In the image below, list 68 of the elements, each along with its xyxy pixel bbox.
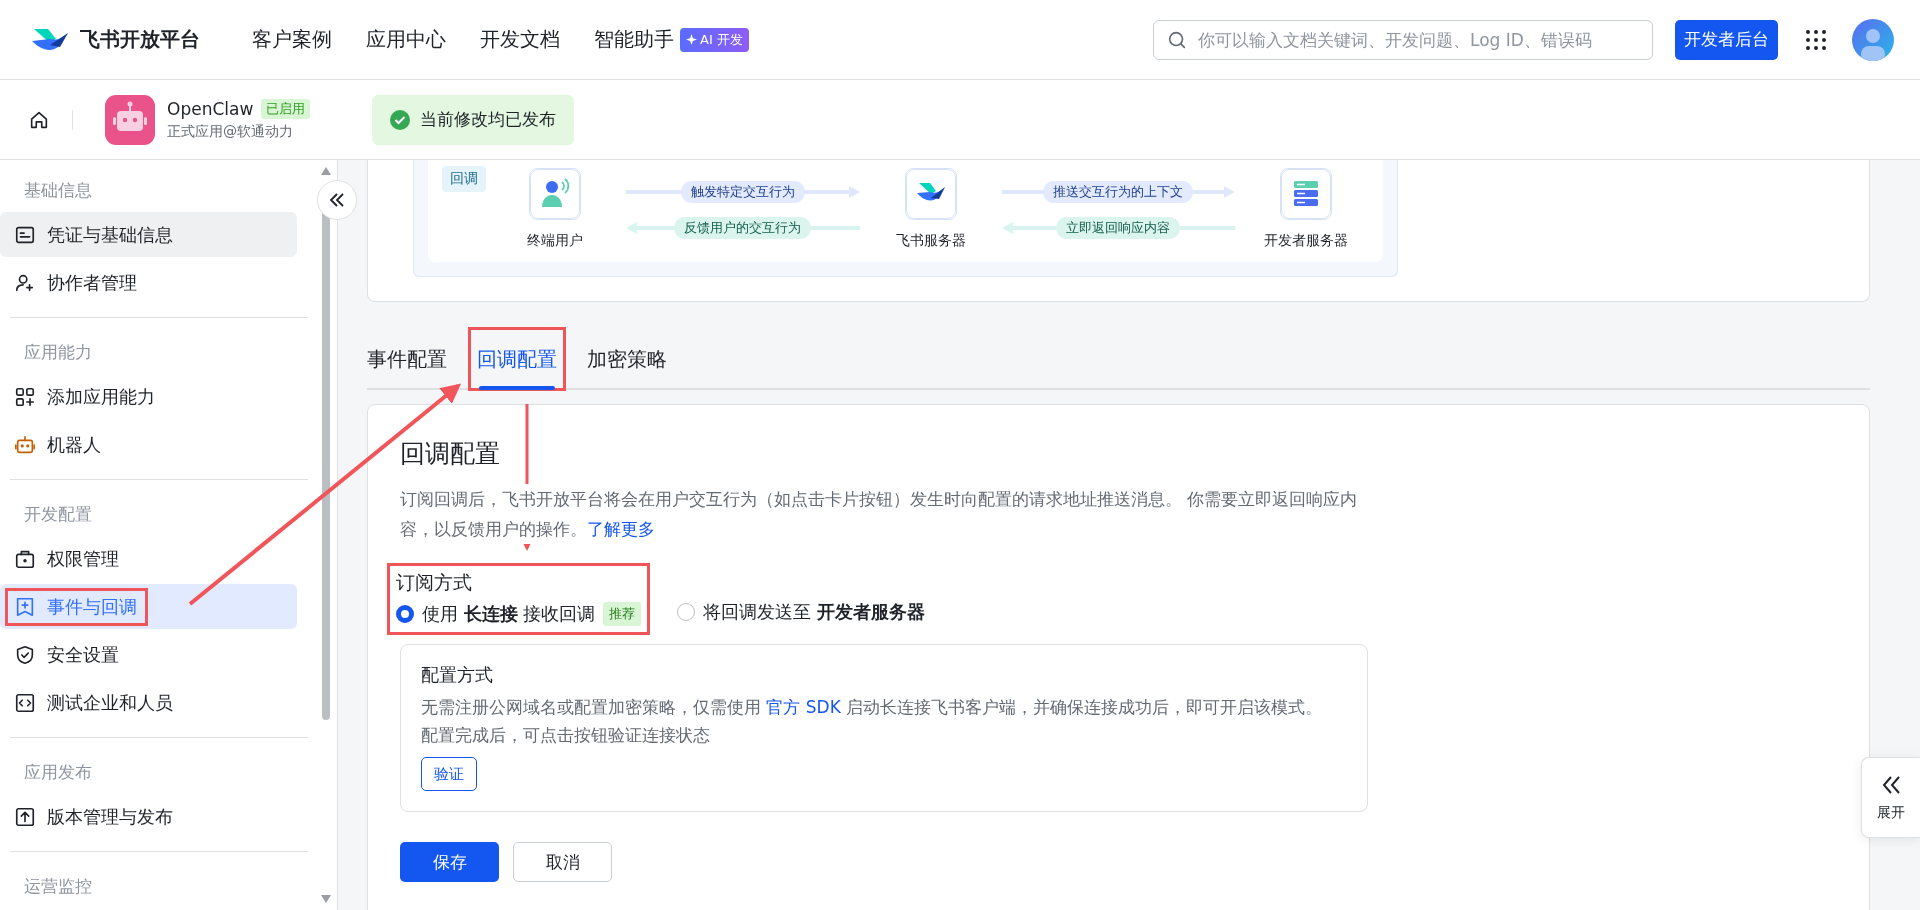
status-badge: 已启用 xyxy=(261,98,311,119)
check-icon xyxy=(390,109,411,130)
nav-link[interactable]: 智能助手 xyxy=(594,26,674,53)
tab[interactable]: 事件配置 xyxy=(361,330,453,388)
avatar[interactable] xyxy=(1852,18,1894,61)
server-icon xyxy=(1280,168,1332,220)
section-title: 基础信息 xyxy=(23,179,93,202)
shield-check-icon xyxy=(14,643,36,666)
section-title: 运营监控 xyxy=(23,875,93,898)
apps-plus-icon xyxy=(14,385,36,408)
save-button[interactable]: 保存 xyxy=(400,842,499,882)
tab[interactable]: 加密策略 xyxy=(581,330,673,388)
radio-option[interactable]: 将回调发送至 开发者服务器 xyxy=(677,600,925,624)
logo-text[interactable]: 飞书开放平台 xyxy=(80,26,200,53)
sidebar-item[interactable]: 机器人 xyxy=(0,422,297,467)
scroll-up-icon[interactable] xyxy=(320,166,332,176)
node-label: 终端用户 xyxy=(527,232,583,250)
flow-label: 反馈用户的交互行为 xyxy=(674,217,812,239)
cancel-button[interactable]: 取消 xyxy=(513,842,612,882)
sidebar-item[interactable]: 版本管理与发布 xyxy=(0,794,297,839)
config-description: 无需注册公网域名或配置加密策略，仅需使用 官方 SDK 启动长连接飞书客户端，并确保连接成功后，即可开启该模式。 配置完成后，可点击按钮验证连接状态 xyxy=(421,696,1324,747)
sidebar-item[interactable]: 凭证与基础信息 xyxy=(0,212,297,257)
ai-badge: AI 开发 xyxy=(680,27,749,52)
robot-icon xyxy=(14,433,36,456)
node-label: 飞书服务器 xyxy=(895,232,966,250)
app-name: OpenClaw xyxy=(167,98,254,119)
node-label: 开发者服务器 xyxy=(1264,232,1348,250)
sidebar-item[interactable]: 事件与回调 xyxy=(0,584,297,629)
flow-label: 推送交互行为的上下文 xyxy=(1043,181,1194,203)
tab[interactable]: 回调配置 xyxy=(471,330,563,388)
app-robot-icon xyxy=(105,94,155,145)
nav-link[interactable]: 应用中心 xyxy=(366,26,446,53)
config-title: 配置方式 xyxy=(421,663,494,687)
sidebar-item[interactable]: 协作者管理 xyxy=(0,260,297,305)
flow-label: 触发特定交互行为 xyxy=(680,181,805,203)
developer-console-button[interactable]: 开发者后台 xyxy=(1675,19,1778,60)
nav-link[interactable]: 开发文档 xyxy=(480,26,560,53)
double-chevron-icon xyxy=(328,191,346,209)
sdk-link[interactable]: 官方 SDK xyxy=(766,697,841,717)
annotation-box: 事件与回调 xyxy=(8,590,145,623)
section-title: 开发配置 xyxy=(23,503,93,526)
app-subtitle: 正式应用@软通动力 xyxy=(167,122,294,141)
collapse-button[interactable] xyxy=(317,180,357,220)
sidebar-item[interactable]: 添加应用能力 xyxy=(0,374,297,419)
recommended-badge: 推荐 xyxy=(603,602,642,626)
logo-icon xyxy=(904,168,957,220)
upload-box-icon xyxy=(14,805,36,828)
bookmark-plus-icon xyxy=(14,595,36,618)
code-window-icon xyxy=(14,691,36,714)
apps-grid-icon[interactable] xyxy=(1804,27,1828,52)
section-title: 应用能力 xyxy=(23,341,93,364)
radio-option[interactable]: 使用 长连接 接收回调 推荐 xyxy=(396,602,642,626)
published-notice: 当前修改均已发布 xyxy=(372,94,575,145)
search-field[interactable]: 你可以输入文档关键词、开发问题、Log ID、错误码 xyxy=(1153,19,1653,60)
sidebar-item[interactable]: 权限管理 xyxy=(0,536,297,581)
expand-button[interactable]: 展开 xyxy=(1861,757,1920,838)
scroll-down-icon[interactable] xyxy=(320,894,332,904)
verify-button[interactable]: 验证 xyxy=(421,757,477,791)
sidebar-item[interactable]: 安全设置 xyxy=(0,632,297,677)
field-label: 订阅方式 xyxy=(396,570,473,595)
user-icon xyxy=(529,168,581,220)
section-title: 应用发布 xyxy=(23,761,93,784)
section-heading: 回调配置 xyxy=(400,438,501,470)
flow-label: 立即返回响应内容 xyxy=(1056,217,1181,239)
sidebar-item[interactable]: 测试企业和人员 xyxy=(0,680,297,725)
learn-more-link[interactable]: 了解更多 xyxy=(587,519,655,539)
nav-link[interactable]: 客户案例 xyxy=(252,26,332,53)
callback-tag: 回调 xyxy=(442,166,486,192)
